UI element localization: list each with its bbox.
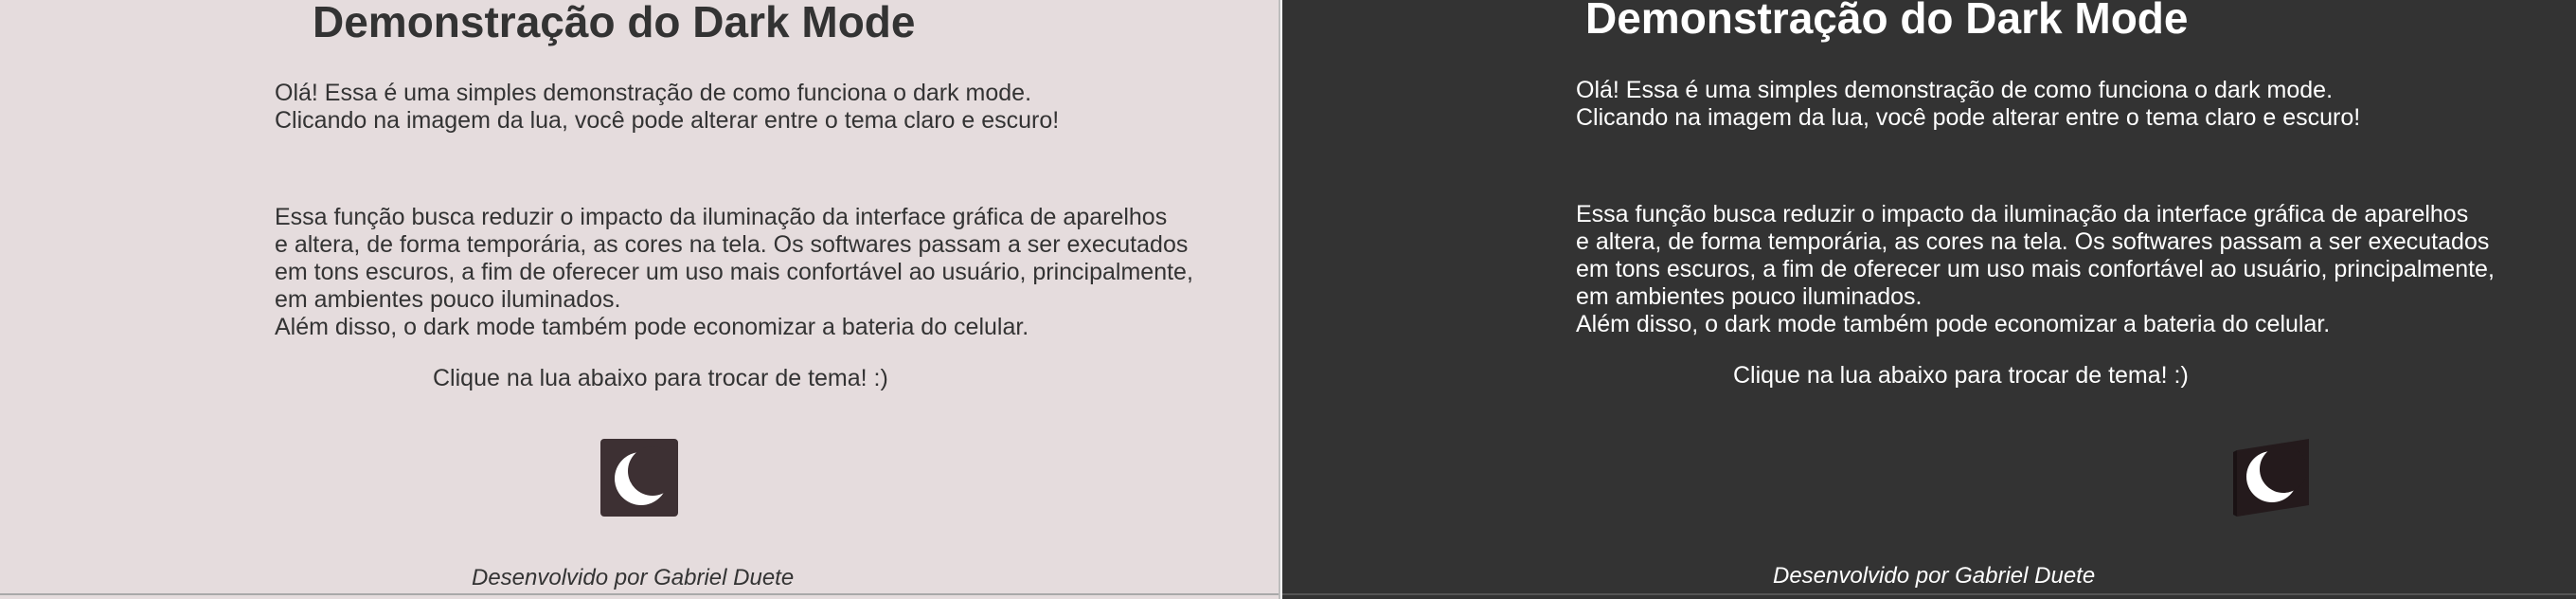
intro-paragraph: Olá! Essa é uma simples demonstração de … — [1576, 77, 2360, 132]
intro-line: Olá! Essa é uma simples demonstração de … — [1576, 77, 2334, 103]
description-paragraph: Essa função busca reduzir o impacto da i… — [275, 204, 1193, 341]
toggle-instruction: Clique na lua abaixo para trocar de tema… — [1733, 362, 2189, 389]
description-paragraph: Essa função busca reduzir o impacto da i… — [1576, 201, 2495, 338]
divider — [0, 593, 1279, 595]
description-line: Essa função busca reduzir o impacto da i… — [275, 204, 1168, 230]
description-line: e altera, de forma temporária, as cores … — [275, 231, 1189, 258]
description-line: Essa função busca reduzir o impacto da i… — [1576, 201, 2469, 227]
crescent-moon-icon[interactable] — [2231, 439, 2309, 517]
screenshot-composite: Demonstração do Dark Mode Olá! Essa é um… — [0, 0, 2576, 599]
theme-toggle-button[interactable] — [2231, 439, 2309, 517]
footer-credit: Desenvolvido por Gabriel Duete — [1773, 563, 2096, 589]
description-line: em tons escuros, a fim de oferecer um us… — [1576, 256, 2495, 282]
page-title: Demonstração do Dark Mode — [1585, 0, 2189, 43]
light-theme-panel: Demonstração do Dark Mode Olá! Essa é um… — [0, 0, 1279, 599]
description-line: em tons escuros, a fim de oferecer um us… — [275, 259, 1193, 285]
intro-paragraph: Olá! Essa é uma simples demonstração de … — [275, 80, 1059, 135]
description-line: e altera, de forma temporária, as cores … — [1576, 228, 2490, 255]
intro-line: Olá! Essa é uma simples demonstração de … — [275, 80, 1032, 106]
dark-theme-panel: Demonstração do Dark Mode Olá! Essa é um… — [1280, 0, 2576, 599]
intro-line: Clicando na imagem da lua, você pode alt… — [275, 107, 1060, 134]
intro-line: Clicando na imagem da lua, você pode alt… — [1576, 104, 2361, 131]
toggle-instruction: Clique na lua abaixo para trocar de tema… — [433, 365, 888, 391]
description-line: em ambientes pouco iluminados. — [275, 286, 621, 313]
description-line: em ambientes pouco iluminados. — [1576, 283, 1923, 310]
crescent-moon-icon[interactable] — [600, 439, 678, 517]
description-line: Além disso, o dark mode também pode econ… — [275, 314, 1029, 340]
description-line: Além disso, o dark mode também pode econ… — [1576, 311, 2331, 337]
divider — [1282, 593, 2576, 595]
theme-toggle-button[interactable] — [600, 439, 678, 517]
footer-credit: Desenvolvido por Gabriel Duete — [472, 565, 795, 590]
page-title: Demonstração do Dark Mode — [313, 0, 916, 46]
